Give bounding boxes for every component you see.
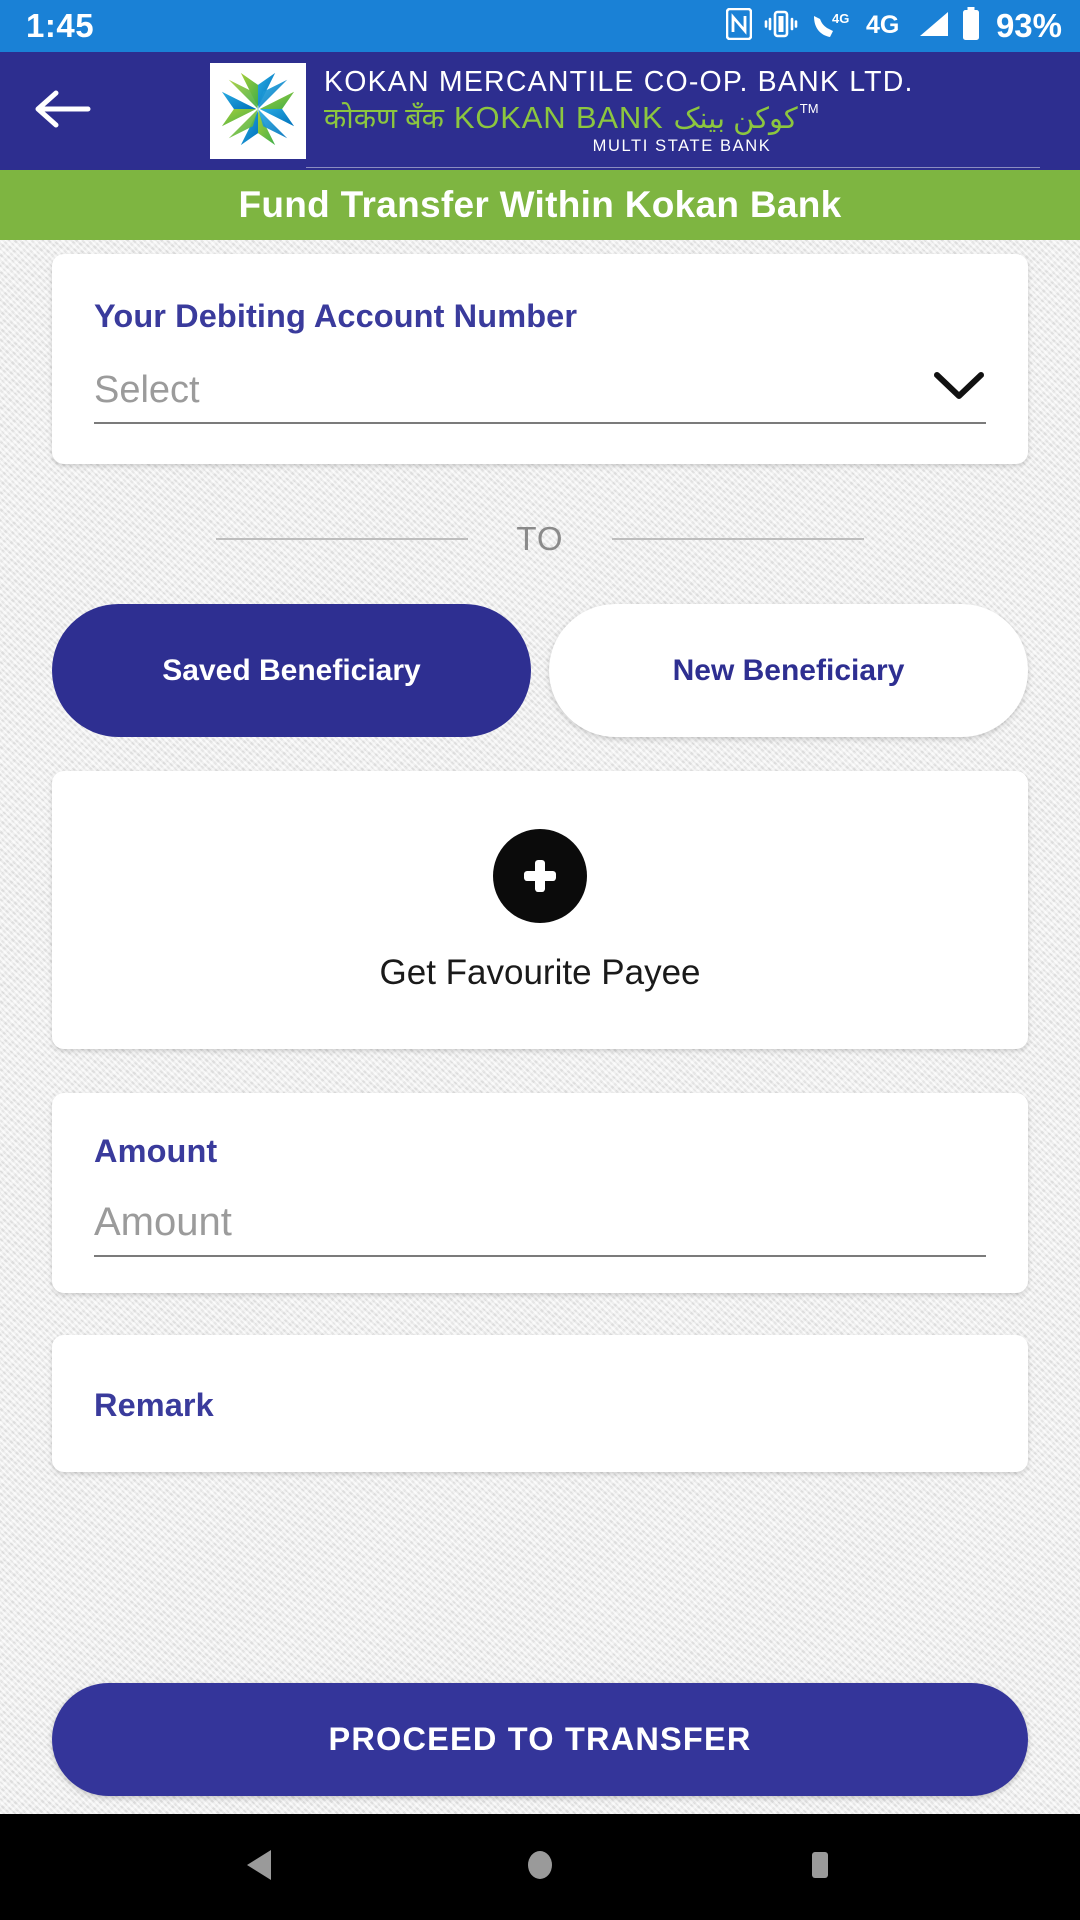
plus-circle-icon[interactable] — [493, 829, 587, 923]
bank-name-devanagari: कोकण बँक — [324, 102, 444, 135]
form-content: Your Debiting Account Number Select TO S… — [0, 240, 1080, 1814]
nav-back-triangle-icon — [243, 1847, 277, 1888]
new-beneficiary-button[interactable]: New Beneficiary — [549, 604, 1028, 737]
nav-home-button[interactable] — [480, 1814, 600, 1920]
bank-name-english: KOKAN MERCANTILE CO-OP. BANK LTD. — [324, 66, 914, 98]
beneficiary-toggle-group: Saved Beneficiary New Beneficiary — [52, 604, 1028, 737]
trademark-mark: TM — [799, 100, 819, 116]
nav-recents-square-icon — [805, 1847, 835, 1888]
back-arrow-icon — [34, 87, 92, 136]
bank-name-multilingual: कोकण बँक KOKAN BANK کوکن بینک TM — [324, 102, 819, 134]
volte-4g-call-icon: 4G — [810, 8, 854, 45]
vibrate-icon — [763, 8, 799, 45]
to-divider: TO — [52, 520, 1028, 558]
amount-input[interactable]: Amount — [94, 1200, 986, 1257]
debit-account-card: Your Debiting Account Number Select — [52, 254, 1028, 464]
bank-name-urdu: کوکن بینک — [673, 102, 798, 135]
amount-placeholder: Amount — [94, 1200, 232, 1244]
divider-line-right — [611, 538, 864, 540]
amount-label: Amount — [94, 1133, 218, 1169]
nav-back-button[interactable] — [200, 1814, 320, 1920]
kokan-bank-star-logo-icon — [215, 66, 301, 157]
remark-label: Remark — [94, 1387, 214, 1423]
bank-logo — [210, 63, 306, 159]
bank-name-short: KOKAN BANK — [453, 99, 664, 135]
favourite-payee-card[interactable]: Get Favourite Payee — [52, 771, 1028, 1049]
favourite-payee-label: Get Favourite Payee — [379, 953, 701, 992]
status-bar: 1:45 4G 4G 93% — [0, 0, 1080, 52]
proceed-to-transfer-button[interactable]: PROCEED TO TRANSFER — [52, 1683, 1028, 1796]
phone-screen: 1:45 4G 4G 93% KOKAN MERCANTILE CO-OP. B… — [0, 0, 1080, 1920]
android-nav-bar — [0, 1814, 1080, 1920]
battery-icon — [961, 6, 981, 46]
divider-line-left — [216, 538, 469, 540]
nfc-icon — [725, 7, 753, 45]
saved-beneficiary-button[interactable]: Saved Beneficiary — [52, 604, 531, 737]
app-bar: KOKAN MERCANTILE CO-OP. BANK LTD. कोकण ब… — [0, 52, 1080, 170]
svg-text:4G: 4G — [832, 11, 849, 26]
debit-account-select-value: Select — [94, 369, 200, 411]
svg-text:4G: 4G — [866, 11, 899, 39]
chevron-down-icon — [932, 369, 986, 412]
bank-branding: KOKAN MERCANTILE CO-OP. BANK LTD. कोकण ब… — [210, 63, 1040, 168]
page-title: Fund Transfer Within Kokan Bank — [0, 170, 1080, 240]
debit-account-select[interactable]: Select — [94, 369, 986, 424]
bank-tagline: MULTI STATE BANK — [592, 136, 772, 155]
battery-percent: 93% — [995, 7, 1062, 44]
brand-divider — [306, 167, 1040, 168]
4g-network-icon: 4G — [865, 8, 905, 45]
nav-home-circle-icon — [523, 1847, 557, 1888]
status-icons: 4G 4G 93% — [725, 6, 1062, 46]
debit-account-label: Your Debiting Account Number — [94, 298, 578, 334]
back-button[interactable] — [20, 68, 106, 154]
divider-label: TO — [516, 520, 564, 557]
status-time: 1:45 — [26, 7, 95, 44]
remark-card: Remark — [52, 1335, 1028, 1472]
signal-bars-icon — [916, 8, 950, 45]
nav-recents-button[interactable] — [760, 1814, 880, 1920]
amount-card: Amount Amount — [52, 1093, 1028, 1293]
